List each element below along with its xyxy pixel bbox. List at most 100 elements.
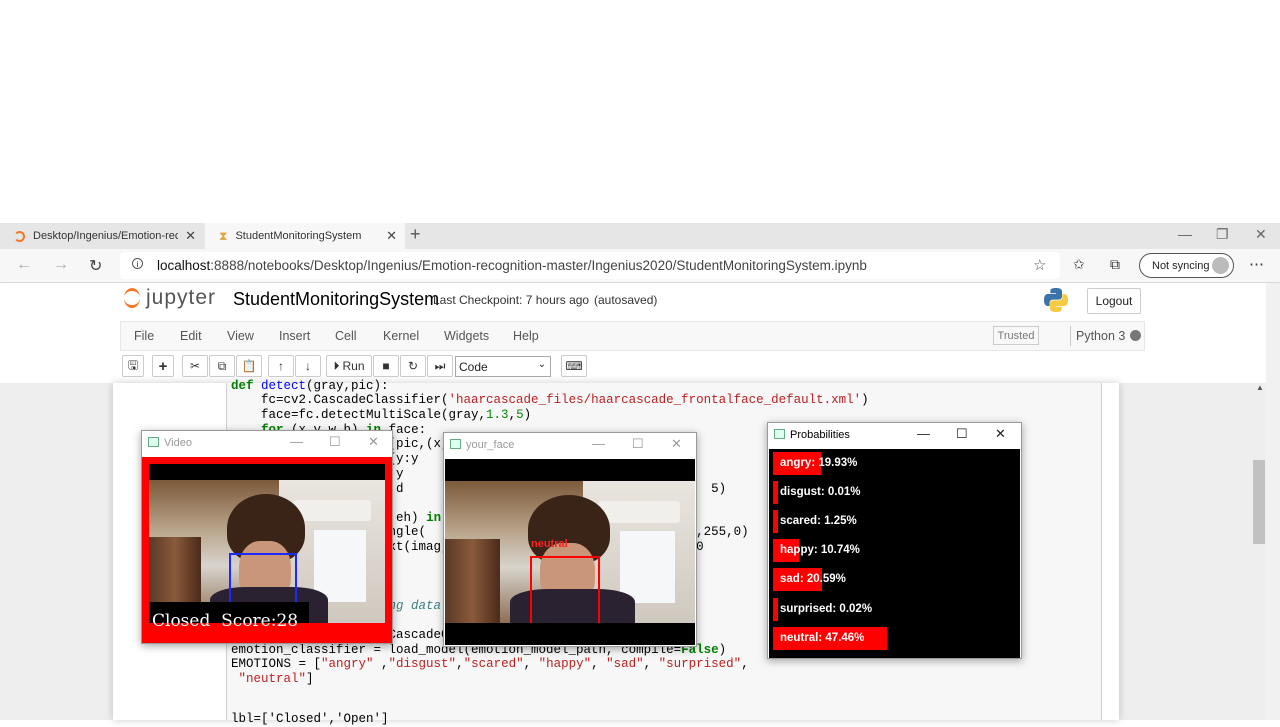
sync-label: Not syncing bbox=[1152, 259, 1210, 272]
scroll-up-icon[interactable]: ▲ bbox=[1256, 383, 1264, 392]
tab-notebook[interactable]: ⧗ StudentMonitoringSystem ✕ bbox=[205, 223, 405, 249]
restore-icon[interactable]: ❐ bbox=[1216, 226, 1229, 243]
video-window[interactable]: Video — ☐ ✕ Closed Score:28 bbox=[141, 430, 393, 644]
notebook-title[interactable]: StudentMonitoringSystem bbox=[233, 289, 439, 310]
fast-forward-icon: ⏭ bbox=[434, 358, 446, 373]
scrollbar[interactable] bbox=[1266, 283, 1280, 720]
code-line: "neutral"] bbox=[238, 672, 314, 686]
code-line: fc=cv2.CascadeClassifier('haarcascade_fi… bbox=[231, 393, 869, 407]
minimize-icon[interactable]: — bbox=[592, 436, 605, 451]
jupyter-tab-icon bbox=[14, 230, 25, 242]
url-host: localhost bbox=[157, 258, 211, 273]
logout-button[interactable]: Logout bbox=[1087, 288, 1141, 314]
restart-run-all-button[interactable]: ⏭ bbox=[427, 355, 453, 377]
refresh-icon[interactable]: ↻ bbox=[89, 256, 102, 276]
move-down-button[interactable]: ↓ bbox=[295, 355, 321, 377]
menu-insert[interactable]: Insert bbox=[279, 329, 310, 343]
minimize-icon[interactable]: — bbox=[917, 426, 930, 441]
paste-button[interactable]: 📋 bbox=[236, 355, 262, 377]
menu-file[interactable]: File bbox=[134, 329, 154, 343]
window-titlebar[interactable]: Probabilities bbox=[768, 423, 1021, 447]
more-icon[interactable]: ⋯ bbox=[1249, 255, 1264, 273]
tab-label: StudentMonitoringSystem bbox=[235, 230, 362, 242]
run-label: Run bbox=[342, 359, 365, 373]
face-window[interactable]: your_face — ☐ ✕ neutral bbox=[443, 432, 697, 647]
close-icon[interactable]: ✕ bbox=[386, 228, 397, 244]
menu-kernel[interactable]: Kernel bbox=[383, 329, 419, 343]
tab-label: Desktop/Ingenius/Emotion-recognition-mas… bbox=[33, 230, 178, 242]
scrollbar-thumb[interactable] bbox=[1253, 460, 1265, 544]
kernel-name[interactable]: Python 3 bbox=[1076, 329, 1125, 343]
info-icon[interactable]: i bbox=[132, 258, 143, 269]
probability-label: disgust: 0.01% bbox=[780, 486, 861, 499]
minimize-icon[interactable]: — bbox=[1178, 226, 1192, 242]
menu-bar bbox=[120, 321, 1145, 351]
code-line: EMOTIONS = ["angry" ,"disgust","scared",… bbox=[231, 657, 749, 671]
forward-icon[interactable]: → bbox=[53, 256, 69, 274]
maximize-icon[interactable]: ☐ bbox=[956, 426, 968, 442]
maximize-icon[interactable]: ☐ bbox=[632, 436, 644, 452]
menu-help[interactable]: Help bbox=[513, 329, 539, 343]
probability-label: neutral: 47.46% bbox=[780, 631, 865, 644]
favorites-icon[interactable]: ✩ bbox=[1073, 256, 1085, 273]
kernel-separator bbox=[1070, 326, 1071, 346]
save-icon: 🖫 bbox=[127, 357, 139, 372]
trusted-indicator[interactable]: Trusted bbox=[993, 326, 1039, 345]
paste-icon: 📋 bbox=[241, 359, 257, 373]
scissors-icon: ✂ bbox=[189, 359, 201, 373]
menu-edit[interactable]: Edit bbox=[180, 329, 202, 343]
back-icon[interactable]: ← bbox=[16, 256, 32, 274]
menu-view[interactable]: View bbox=[227, 329, 254, 343]
sync-button[interactable]: Not syncing bbox=[1139, 253, 1234, 278]
close-icon[interactable]: ✕ bbox=[368, 434, 379, 450]
keyboard-icon: ⌨ bbox=[565, 359, 583, 373]
save-button[interactable]: 🖫 bbox=[122, 355, 144, 377]
favorite-star-icon[interactable]: ☆ bbox=[1033, 256, 1046, 274]
logo-text: jupyter bbox=[146, 286, 217, 309]
run-button[interactable]: ⏵ Run bbox=[326, 355, 372, 377]
jupyter-logo[interactable]: jupyter bbox=[125, 286, 216, 310]
autosave-status: (autosaved) bbox=[594, 293, 658, 307]
face-frame-top bbox=[445, 459, 695, 481]
menu-widgets[interactable]: Widgets bbox=[444, 329, 489, 343]
menu-cell[interactable]: Cell bbox=[335, 329, 357, 343]
code-line: def detect(gray,pic): bbox=[231, 379, 389, 393]
command-palette-button[interactable]: ⌨ bbox=[561, 355, 587, 377]
copy-button[interactable]: ⧉ bbox=[209, 355, 235, 377]
video-frame bbox=[149, 480, 385, 623]
close-icon[interactable]: ✕ bbox=[671, 436, 682, 452]
cell-type-select[interactable]: Code ⌄ bbox=[455, 356, 551, 377]
probability-label: sad: 20.59% bbox=[780, 573, 846, 586]
cut-button[interactable]: ✂ bbox=[182, 355, 208, 377]
hourglass-icon: ⧗ bbox=[219, 228, 228, 243]
probability-label: surprised: 0.02% bbox=[780, 602, 873, 615]
maximize-icon[interactable]: ☐ bbox=[329, 434, 341, 450]
code-line: lbl=['Closed','Open'] bbox=[231, 712, 389, 726]
minimize-icon[interactable]: — bbox=[290, 434, 303, 449]
stop-icon: ■ bbox=[382, 359, 390, 373]
face-frame bbox=[445, 481, 695, 625]
python-logo-icon bbox=[1044, 288, 1068, 312]
close-window-icon[interactable]: ✕ bbox=[1255, 226, 1267, 243]
restart-button[interactable]: ↻ bbox=[400, 355, 426, 377]
face-detection-box bbox=[530, 556, 600, 625]
window-title: Probabilities bbox=[790, 429, 850, 441]
window-titlebar[interactable]: Video bbox=[142, 431, 392, 455]
close-icon[interactable]: ✕ bbox=[185, 228, 196, 244]
window-title: your_face bbox=[466, 439, 515, 451]
collections-icon[interactable]: ⧉ bbox=[1110, 256, 1120, 273]
probability-bar bbox=[773, 481, 778, 505]
tab-file-browser[interactable]: Desktop/Ingenius/Emotion-recognition-mas… bbox=[0, 223, 204, 249]
probability-bar bbox=[773, 510, 778, 534]
tab-strip: Desktop/Ingenius/Emotion-recognition-mas… bbox=[0, 223, 1280, 249]
face-frame-bottom bbox=[445, 623, 695, 645]
interrupt-button[interactable]: ■ bbox=[373, 355, 399, 377]
move-up-button[interactable]: ↑ bbox=[268, 355, 294, 377]
probability-label: angry: 19.93% bbox=[780, 457, 858, 469]
new-tab-button[interactable]: + bbox=[410, 224, 421, 245]
arrow-up-icon: ↑ bbox=[278, 359, 284, 373]
checkpoint-status: Last Checkpoint: 7 hours ago bbox=[433, 293, 590, 307]
window-titlebar[interactable]: your_face bbox=[444, 433, 696, 457]
insert-cell-button[interactable]: + bbox=[152, 355, 174, 377]
close-icon[interactable]: ✕ bbox=[995, 426, 1006, 442]
